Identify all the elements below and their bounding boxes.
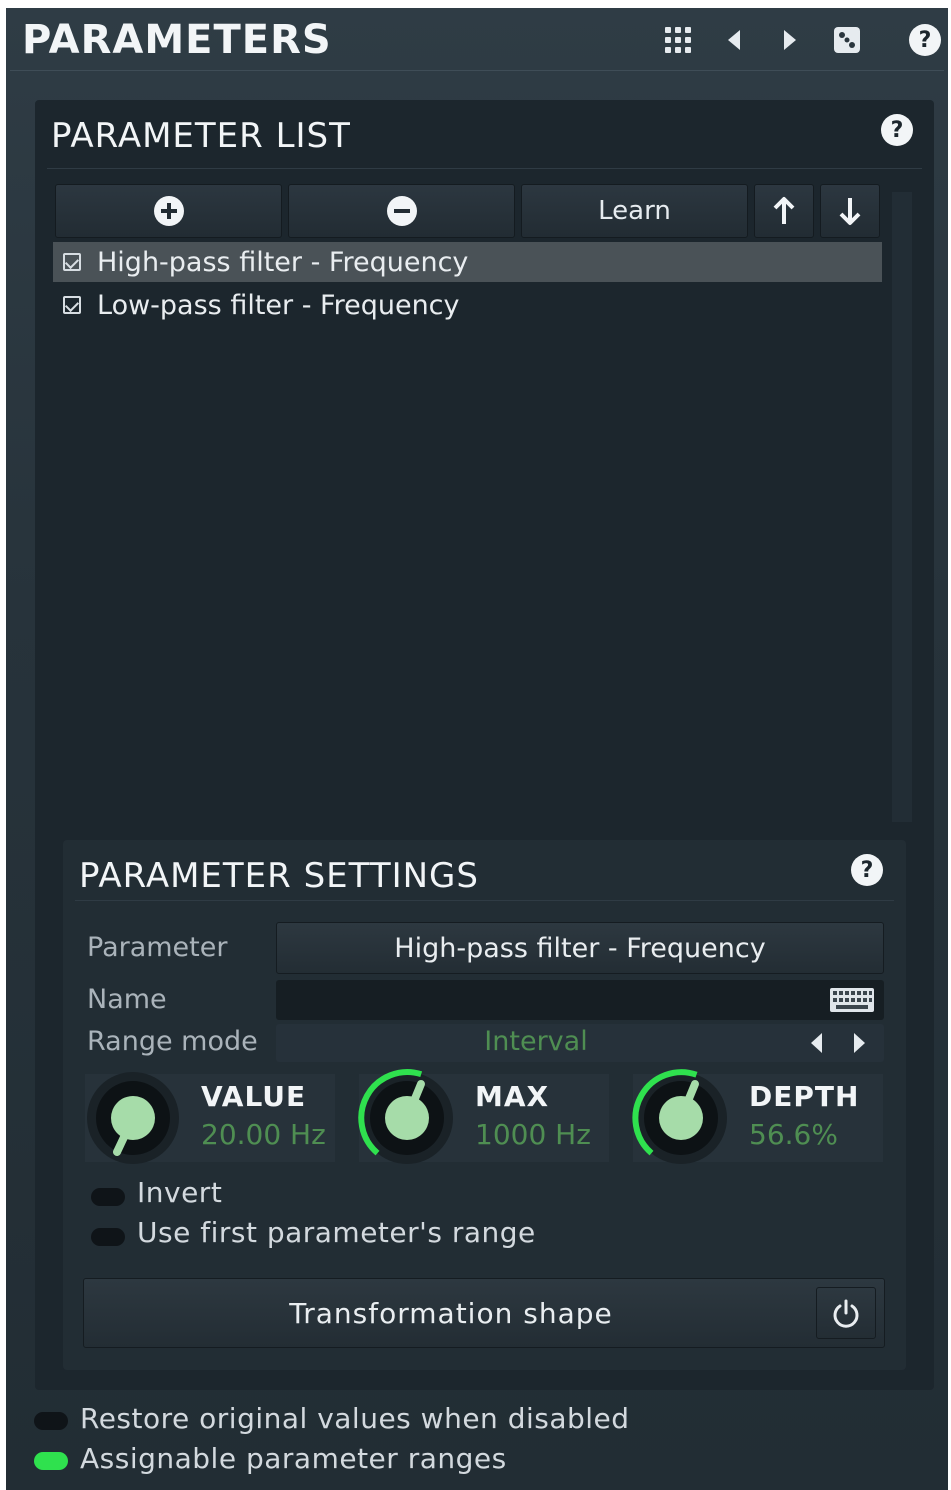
transformation-power-button[interactable]: [816, 1287, 876, 1339]
parameter-list: Learn High-pass filter - Frequency Low-p…: [53, 184, 890, 824]
parameter-settings-title: PARAMETER SETTINGS: [79, 856, 479, 896]
parameter-list-help-icon[interactable]: ?: [881, 114, 913, 146]
grid-menu-icon[interactable]: [660, 22, 696, 58]
range-mode-value: Interval: [484, 1026, 588, 1057]
arrow-right-icon[interactable]: [772, 22, 808, 58]
list-item-label: Low-pass filter - Frequency: [97, 289, 460, 321]
help-icon[interactable]: ?: [909, 24, 941, 56]
name-label: Name: [87, 984, 167, 1015]
parameter-settings-panel: PARAMETER SETTINGS ? Parameter High-pass…: [63, 840, 906, 1370]
name-field[interactable]: [276, 980, 884, 1020]
value-knob[interactable]: [83, 1068, 183, 1168]
header-divider: [10, 70, 944, 71]
depth-knob-name: DEPTH: [749, 1080, 860, 1113]
power-icon: [833, 1299, 859, 1328]
parameter-label: Parameter: [87, 932, 228, 963]
max-knob-name: MAX: [475, 1080, 550, 1113]
list-item[interactable]: High-pass filter - Frequency: [53, 242, 882, 282]
arrow-left-icon[interactable]: [716, 22, 752, 58]
transformation-shape-button[interactable]: Transformation shape: [83, 1278, 885, 1348]
arrow-up-icon: [773, 197, 795, 224]
use-first-range-toggle[interactable]: [91, 1228, 125, 1246]
move-up-button[interactable]: [754, 184, 814, 238]
move-down-button[interactable]: [820, 184, 880, 238]
max-knob[interactable]: [357, 1068, 457, 1168]
assignable-ranges-toggle[interactable]: [34, 1452, 68, 1470]
value-knob-name: VALUE: [201, 1080, 307, 1113]
assignable-ranges-label: Assignable parameter ranges: [80, 1442, 507, 1475]
remove-parameter-button[interactable]: [288, 184, 515, 238]
dice-icon[interactable]: [829, 22, 865, 58]
use-first-range-label: Use first parameter's range: [137, 1216, 536, 1249]
minus-circle-icon: [386, 196, 417, 226]
list-item-label: High-pass filter - Frequency: [97, 246, 469, 278]
page-title: PARAMETERS: [22, 17, 332, 63]
range-prev-icon[interactable]: [808, 1032, 824, 1054]
arrow-down-icon: [839, 198, 861, 225]
transformation-shape-label: Transformation shape: [289, 1297, 613, 1330]
keyboard-icon[interactable]: [830, 988, 874, 1012]
parameter-list-title: PARAMETER LIST: [51, 116, 351, 156]
checkbox-icon[interactable]: [63, 296, 81, 314]
list-scrollbar[interactable]: [892, 192, 912, 822]
range-mode-selector[interactable]: Interval: [276, 1024, 884, 1062]
invert-toggle[interactable]: [91, 1188, 125, 1206]
depth-knob-readout: 56.6%: [749, 1118, 838, 1151]
learn-button[interactable]: Learn: [521, 184, 748, 238]
list-item[interactable]: Low-pass filter - Frequency: [53, 285, 882, 325]
parameter-settings-help-icon[interactable]: ?: [851, 854, 883, 886]
range-next-icon[interactable]: [852, 1032, 868, 1054]
parameter-settings-divider: [75, 900, 894, 901]
plus-circle-icon: [153, 196, 184, 226]
restore-values-toggle[interactable]: [34, 1412, 68, 1430]
add-parameter-button[interactable]: [55, 184, 282, 238]
parameter-list-divider: [47, 168, 922, 169]
parameters-window: PARAMETERS ? PARAMETER LIST ? Learn High…: [6, 8, 948, 1490]
range-mode-label: Range mode: [87, 1026, 258, 1057]
depth-knob[interactable]: [631, 1068, 731, 1168]
restore-values-label: Restore original values when disabled: [80, 1402, 630, 1435]
checkbox-icon[interactable]: [63, 253, 81, 271]
invert-label: Invert: [137, 1176, 223, 1209]
value-knob-readout: 20.00 Hz: [201, 1118, 326, 1151]
parameter-list-panel: PARAMETER LIST ? Learn High-pass filter …: [35, 100, 934, 1390]
parameter-selector[interactable]: High-pass filter - Frequency: [276, 922, 884, 974]
max-knob-readout: 1000 Hz: [475, 1118, 591, 1151]
